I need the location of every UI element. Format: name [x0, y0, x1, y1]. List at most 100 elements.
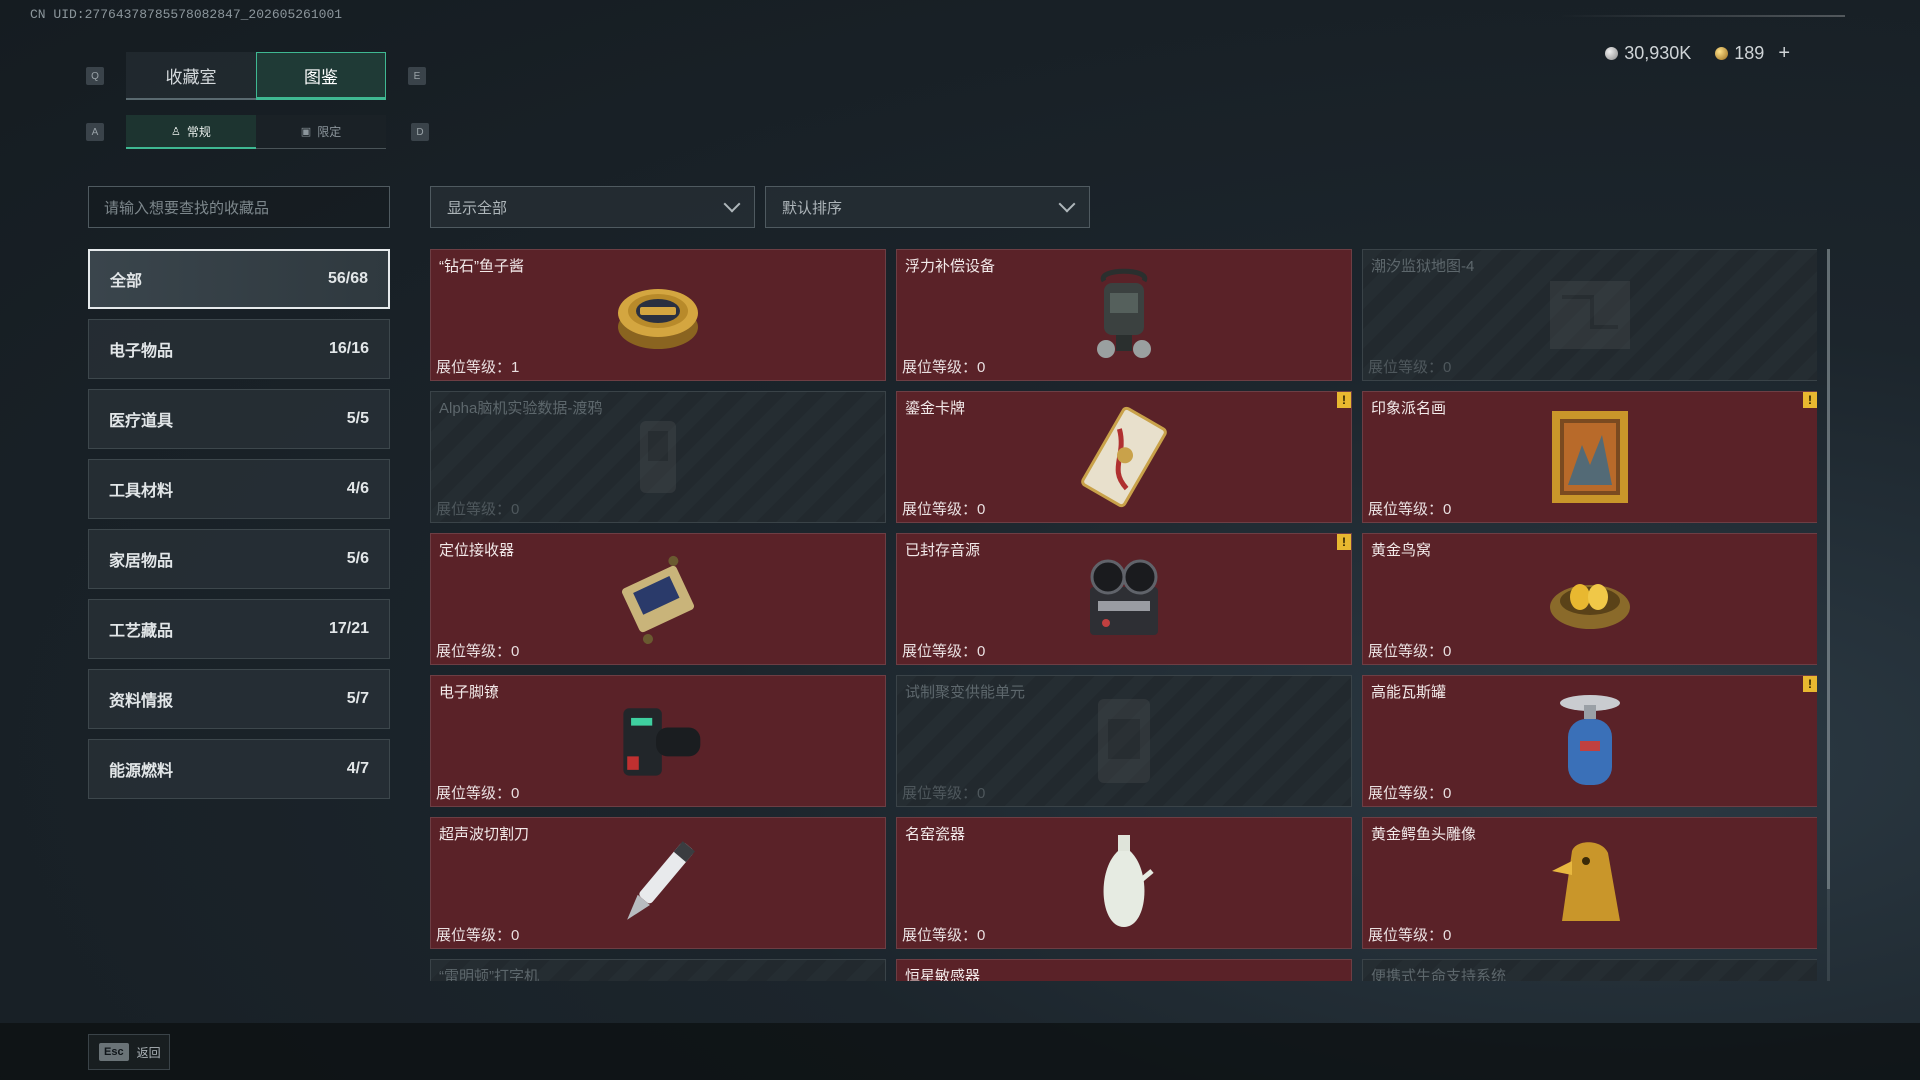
gold-coin-icon: [1715, 47, 1729, 60]
item-name: 浮力补偿设备: [905, 258, 996, 275]
subtab-limited[interactable]: ▣ 限定: [256, 115, 386, 149]
item-display-level: 展位等级：0: [902, 927, 986, 944]
filter-dropdown[interactable]: 显示全部: [430, 186, 755, 228]
collection-item-card[interactable]: 名窑瓷器展位等级：0: [896, 817, 1352, 949]
collection-item-card[interactable]: 电子脚镣 展位等级：0: [430, 675, 886, 807]
tab-collection-room[interactable]: 收藏室: [126, 52, 256, 100]
subtab-regular[interactable]: ♙ 常规: [126, 115, 256, 149]
back-label: 返回: [136, 1045, 161, 1060]
golden-nest-icon: [1540, 549, 1640, 649]
key-e-hint: E: [408, 67, 426, 85]
cutting-knife-icon: [608, 833, 708, 933]
add-currency-button[interactable]: +: [1778, 42, 1790, 65]
item-name: 高能瓦斯罐: [1371, 684, 1447, 701]
item-display-level: 展位等级：0: [902, 501, 986, 518]
item-display-level: 展位等级：0: [1368, 785, 1452, 802]
collection-item-card[interactable]: 超声波切割刀 展位等级：0: [430, 817, 886, 949]
item-display-level: 展位等级：0: [1368, 927, 1452, 944]
item-name: 黄金鳄鱼头雕像: [1371, 826, 1477, 843]
item-display-level: 展位等级：1: [436, 359, 520, 376]
collection-item-card[interactable]: 恒星敏感器: [896, 959, 1352, 981]
collection-item-card[interactable]: 鎏金卡牌 展位等级：0!: [896, 391, 1352, 523]
category-list: 全部 56/68 电子物品 16/16 医疗道具 5/5 工具材料 4/6 家居物品 5/…: [88, 249, 390, 809]
category-medical[interactable]: 医疗道具 5/5: [88, 389, 390, 449]
category-label: 工具材料: [109, 483, 174, 500]
porcelain-vase-icon: [1074, 833, 1174, 933]
category-crafts[interactable]: 工艺藏品 17/21: [88, 599, 390, 659]
item-display-level: 展位等级：0: [1368, 643, 1452, 660]
grid-scroll-thumb[interactable]: [1827, 249, 1830, 889]
item-display-level: 展位等级：0: [436, 927, 520, 944]
chevron-down-icon: [1058, 195, 1076, 213]
category-label: 医疗道具: [109, 413, 174, 430]
fusion-unit-icon: [1074, 691, 1174, 791]
back-button[interactable]: Esc 返回: [88, 1034, 170, 1070]
category-count: 5/6: [346, 550, 369, 567]
item-name: 试制聚变供能单元: [905, 684, 1026, 701]
warning-badge-icon: !: [1337, 392, 1351, 408]
category-count: 4/7: [346, 760, 369, 777]
category-count: 5/7: [346, 690, 369, 707]
uid-label: CN UID:27764378785578082847_202605261001: [30, 7, 343, 22]
currency-silver-value: 30,930K: [1624, 43, 1692, 63]
currency-gold[interactable]: 189 +: [1715, 42, 1790, 65]
category-all[interactable]: 全部 56/68: [88, 249, 390, 309]
category-count: 56/68: [327, 270, 368, 287]
category-label: 能源燃料: [109, 763, 174, 780]
category-label: 工艺藏品: [109, 623, 174, 640]
sub-tabs: ♙ 常规 ▣ 限定: [126, 115, 386, 149]
category-energy[interactable]: 能源燃料 4/7: [88, 739, 390, 799]
star-sensor-icon: [1074, 975, 1174, 981]
item-name: 名窑瓷器: [905, 826, 966, 843]
filter-dropdown-label: 显示全部: [447, 199, 508, 217]
item-display-level: 展位等级：0: [902, 359, 986, 376]
item-name: “雷明顿”打字机: [439, 968, 539, 981]
category-count: 16/16: [328, 340, 369, 357]
item-display-level: 展位等级：0: [1368, 359, 1452, 376]
collection-item-card[interactable]: 潮汐监狱地图-4 展位等级：0: [1362, 249, 1817, 381]
category-label: 全部: [110, 273, 143, 290]
footer-bar: [0, 1023, 1920, 1080]
life-support-icon: [1540, 975, 1640, 981]
tab-catalog[interactable]: 图鉴: [256, 52, 386, 100]
collection-item-card[interactable]: 黄金鸟窝 展位等级：0: [1362, 533, 1817, 665]
main-tabs: 收藏室 图鉴: [126, 52, 386, 100]
category-household[interactable]: 家居物品 5/6: [88, 529, 390, 589]
search-input[interactable]: 请输入想要查找的收藏品: [88, 186, 390, 228]
collection-item-card[interactable]: 便携式生命支持系统: [1362, 959, 1817, 981]
category-count: 5/5: [346, 410, 369, 427]
collection-item-card[interactable]: 浮力补偿设备 展位等级：0: [896, 249, 1352, 381]
gas-canister-icon: [1540, 691, 1640, 791]
category-label: 家居物品: [109, 553, 174, 570]
sort-dropdown[interactable]: 默认排序: [765, 186, 1090, 228]
collection-item-card[interactable]: 黄金鳄鱼头雕像 展位等级：0: [1362, 817, 1817, 949]
grid-scrollbar[interactable]: [1827, 249, 1830, 981]
collection-item-card[interactable]: “钻石”鱼子酱 展位等级：1: [430, 249, 886, 381]
item-display-level: 展位等级：0: [902, 785, 986, 802]
collection-item-card[interactable]: 试制聚变供能单元 展位等级：0: [896, 675, 1352, 807]
key-a-hint: A: [86, 123, 104, 141]
key-d-hint: D: [411, 123, 429, 141]
item-name: 恒星敏感器: [905, 968, 981, 981]
item-name: 超声波切割刀: [439, 826, 530, 843]
collection-item-card[interactable]: 印象派名画 展位等级：0!: [1362, 391, 1817, 523]
category-label: 资料情报: [109, 693, 174, 710]
warning-badge-icon: !: [1337, 534, 1351, 550]
collection-item-card[interactable]: “雷明顿”打字机: [430, 959, 886, 981]
buoyancy-device-icon: [1074, 265, 1174, 365]
gilded-card-icon: [1074, 406, 1174, 508]
currency-gold-value: 189: [1734, 43, 1765, 63]
category-tools[interactable]: 工具材料 4/6: [88, 459, 390, 519]
category-electronics[interactable]: 电子物品 16/16: [88, 319, 390, 379]
category-label: 电子物品: [109, 343, 174, 360]
collection-item-card[interactable]: Alpha脑机实验数据-渡鸦 展位等级：0: [430, 391, 886, 523]
figure-icon: ♙: [171, 125, 181, 138]
category-intel[interactable]: 资料情报 5/7: [88, 669, 390, 729]
typewriter-icon: [608, 975, 708, 981]
collection-item-card[interactable]: 已封存音源 展位等级：0!: [896, 533, 1352, 665]
category-count: 4/6: [346, 480, 369, 497]
collection-item-card[interactable]: 定位接收器 展位等级：0: [430, 533, 886, 665]
item-name: 定位接收器: [439, 542, 515, 559]
subtab-limited-label: 限定: [317, 125, 342, 139]
collection-item-card[interactable]: 高能瓦斯罐 展位等级：0!: [1362, 675, 1817, 807]
